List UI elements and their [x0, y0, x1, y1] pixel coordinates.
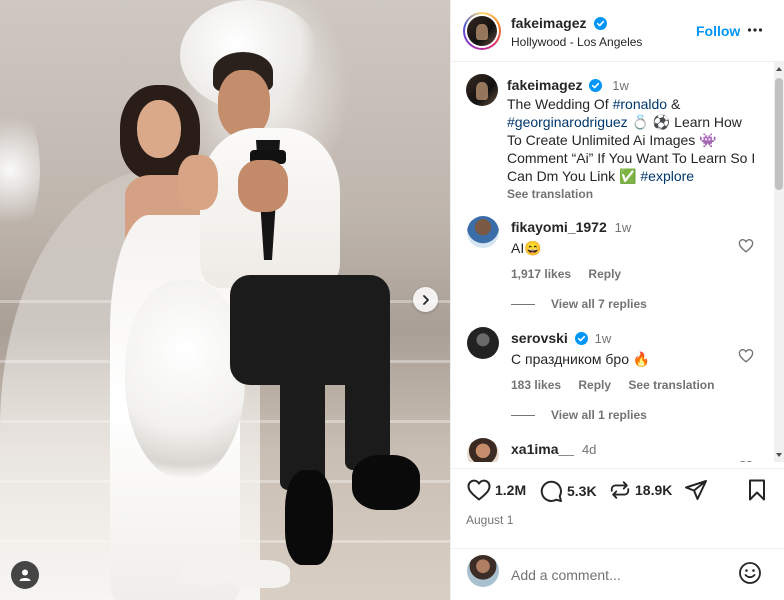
like-count[interactable]: 1.2M: [495, 482, 526, 498]
hashtag-link[interactable]: #ronaldo: [613, 96, 668, 112]
hashtag-link[interactable]: #georginarodriguez: [507, 114, 628, 130]
repost-button[interactable]: 18.9K: [609, 479, 672, 501]
view-replies-label[interactable]: View all 1 replies: [551, 408, 647, 422]
comment-icon: [540, 480, 562, 502]
groom-hand: [238, 160, 288, 212]
reply-button[interactable]: Reply: [578, 378, 611, 392]
caption-text: &: [667, 96, 681, 112]
repost-icon: [610, 481, 630, 499]
like-comment-heart-icon[interactable]: [738, 348, 754, 363]
commenter-avatar[interactable]: [467, 327, 499, 359]
like-button[interactable]: 1.2M: [467, 479, 526, 501]
post-actions: 1.2M 5.3K 18.9K August 1: [451, 468, 784, 548]
post-photo[interactable]: [0, 0, 450, 600]
see-translation-link[interactable]: See translation: [628, 378, 714, 392]
post-details-panel: fakeimagez Hollywood - Los Angeles Follo…: [450, 0, 784, 600]
author-avatar[interactable]: [463, 12, 501, 50]
groom-shoe: [285, 470, 333, 565]
emoji-icon[interactable]: [738, 561, 762, 585]
hashtag-link[interactable]: #explore: [640, 168, 694, 184]
like-comment-heart-icon[interactable]: [738, 238, 754, 253]
comment-likes[interactable]: 1,917 likes: [511, 267, 571, 281]
save-button[interactable]: [747, 479, 767, 501]
comment-text: С праздником бро 🔥: [511, 351, 651, 367]
scrollbar-thumb[interactable]: [775, 78, 783, 190]
comment-button[interactable]: 5.3K: [539, 479, 597, 503]
flower-arrangement: [0, 100, 40, 240]
groom-leg: [345, 350, 390, 470]
verified-badge-icon: [589, 79, 603, 92]
verified-badge-icon: [593, 17, 607, 30]
caption-text: The Wedding Of: [507, 96, 613, 112]
bouquet: [125, 280, 245, 480]
bride-shoe: [182, 555, 232, 585]
more-options-icon[interactable]: [747, 27, 763, 33]
user-tag-icon: [19, 569, 31, 581]
heart-icon: [467, 479, 491, 501]
view-replies-button[interactable]: View all 7 replies: [511, 297, 647, 311]
add-comment-bar: [451, 548, 784, 600]
scroll-down-icon[interactable]: [775, 451, 783, 459]
next-photo-button[interactable]: [413, 287, 438, 312]
caption-author-avatar[interactable]: [466, 74, 498, 106]
comment-time: 1w: [614, 220, 632, 235]
add-comment-input[interactable]: [511, 561, 731, 589]
post-header: fakeimagez Hollywood - Los Angeles Follo…: [451, 0, 784, 62]
view-replies-button[interactable]: View all 1 replies: [511, 408, 647, 422]
post-caption: fakeimagez 1w The Wedding Of #ronaldo & …: [507, 76, 757, 203]
user-tags-button[interactable]: [11, 561, 39, 589]
see-translation-link[interactable]: See translation: [507, 185, 757, 203]
follow-button[interactable]: Follow: [696, 23, 740, 39]
commenter-username[interactable]: serovski: [511, 330, 568, 346]
commenter-avatar[interactable]: [467, 438, 499, 462]
scroll-up-icon[interactable]: [775, 65, 783, 73]
commenter-username[interactable]: xa1ima__: [511, 441, 574, 457]
repost-count[interactable]: 18.9K: [635, 482, 672, 498]
share-icon: [685, 480, 707, 500]
comment-count[interactable]: 5.3K: [567, 483, 597, 499]
chevron-right-icon: [422, 294, 429, 305]
comment-time: 4d: [581, 442, 597, 457]
groom-shoe: [352, 455, 420, 510]
commenter-avatar[interactable]: [467, 216, 499, 248]
comments-scroll-area[interactable]: fakeimagez 1w The Wedding Of #ronaldo & …: [451, 62, 784, 462]
comment: fikayomi_1972 1w AI😄 1,917 likes Reply: [511, 218, 731, 281]
post-location[interactable]: Hollywood - Los Angeles: [511, 35, 642, 49]
comment-likes[interactable]: 183 likes: [511, 378, 561, 392]
comment: serovski 1w С праздником бро 🔥 183 likes…: [511, 329, 731, 392]
verified-badge-icon: [574, 332, 588, 345]
reply-button[interactable]: Reply: [588, 267, 621, 281]
bookmark-icon: [749, 479, 765, 501]
comments-scrollbar[interactable]: [774, 62, 784, 462]
caption-time: 1w: [612, 78, 629, 93]
bride-face: [137, 100, 181, 158]
like-comment-heart-icon[interactable]: [738, 460, 754, 462]
post-date[interactable]: August 1: [466, 513, 513, 527]
caption-username[interactable]: fakeimagez: [507, 77, 582, 93]
bride-shoe: [230, 560, 290, 588]
bride-hand: [178, 155, 218, 210]
view-replies-label[interactable]: View all 7 replies: [551, 297, 647, 311]
commenter-username[interactable]: fikayomi_1972: [511, 219, 607, 235]
author-username[interactable]: fakeimagez: [511, 15, 586, 31]
comment-text: AI😄: [511, 240, 542, 256]
current-user-avatar[interactable]: [467, 555, 499, 587]
comment-time: 1w: [594, 331, 612, 346]
comment-text: ❤️🔥❤️: [511, 461, 731, 462]
share-button[interactable]: [684, 479, 708, 501]
comment: xa1ima__ 4d ❤️🔥❤️: [511, 440, 731, 462]
